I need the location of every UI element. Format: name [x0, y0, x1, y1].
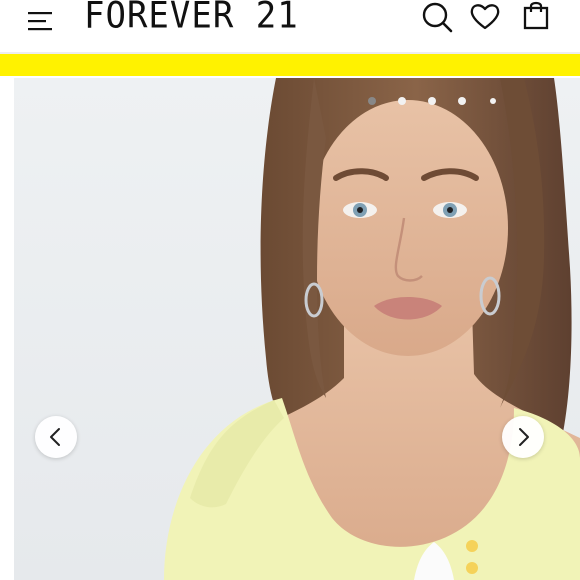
promo-banner[interactable]	[0, 54, 580, 76]
search-icon[interactable]	[420, 0, 454, 36]
brand-logo[interactable]: FOREVER 21	[84, 0, 299, 37]
previous-image-button[interactable]	[35, 416, 77, 458]
next-image-button[interactable]	[502, 416, 544, 458]
hamburger-menu-icon[interactable]	[26, 8, 54, 34]
chevron-right-icon	[519, 428, 529, 446]
slide-dot-2[interactable]	[398, 97, 406, 105]
slide-dot-3[interactable]	[428, 97, 436, 105]
shopping-bag-icon[interactable]	[520, 0, 554, 36]
heart-icon[interactable]	[468, 0, 502, 36]
product-photo	[14, 78, 580, 580]
chevron-left-icon	[50, 428, 60, 446]
product-image-gallery[interactable]	[14, 78, 580, 580]
slide-dot-1[interactable]	[368, 97, 376, 105]
site-header: FOREVER 21	[0, 0, 580, 52]
slide-dot-5[interactable]	[490, 98, 496, 104]
slide-dot-4[interactable]	[458, 97, 466, 105]
